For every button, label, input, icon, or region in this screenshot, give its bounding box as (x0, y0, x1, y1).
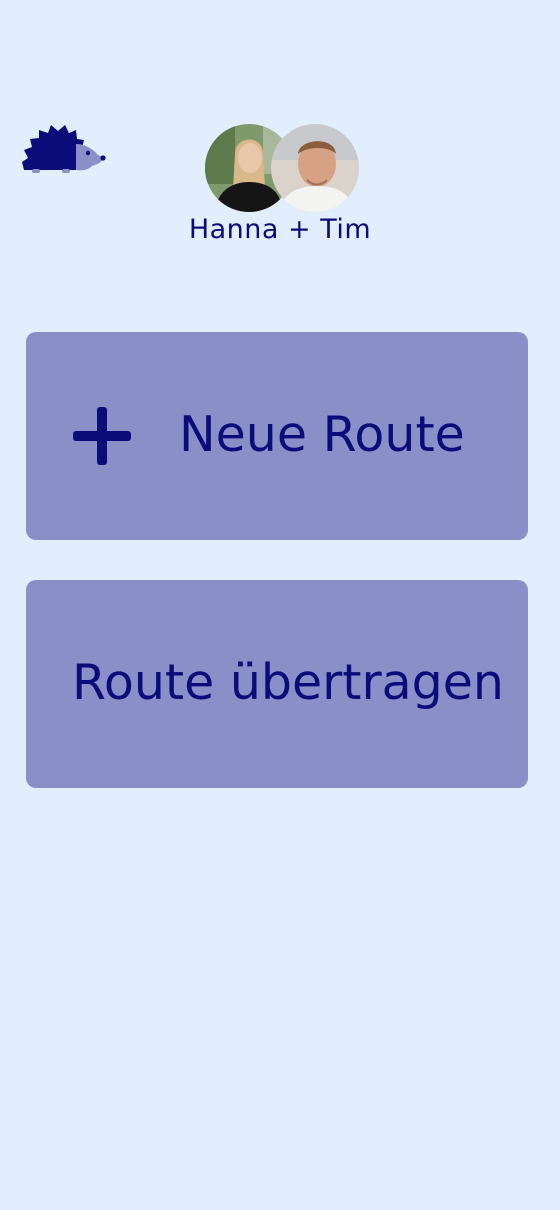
plus-icon (73, 407, 131, 465)
users-label: Hanna + Tim (188, 214, 372, 245)
new-route-label: Neue Route (179, 406, 465, 463)
hedgehog-icon (20, 122, 106, 176)
transfer-route-label: Route übertragen (72, 654, 504, 711)
users-avatars (205, 124, 361, 214)
new-route-button[interactable]: Neue Route (26, 332, 528, 540)
avatar-tim (271, 124, 359, 212)
transfer-route-button[interactable]: Route übertragen (26, 580, 528, 788)
